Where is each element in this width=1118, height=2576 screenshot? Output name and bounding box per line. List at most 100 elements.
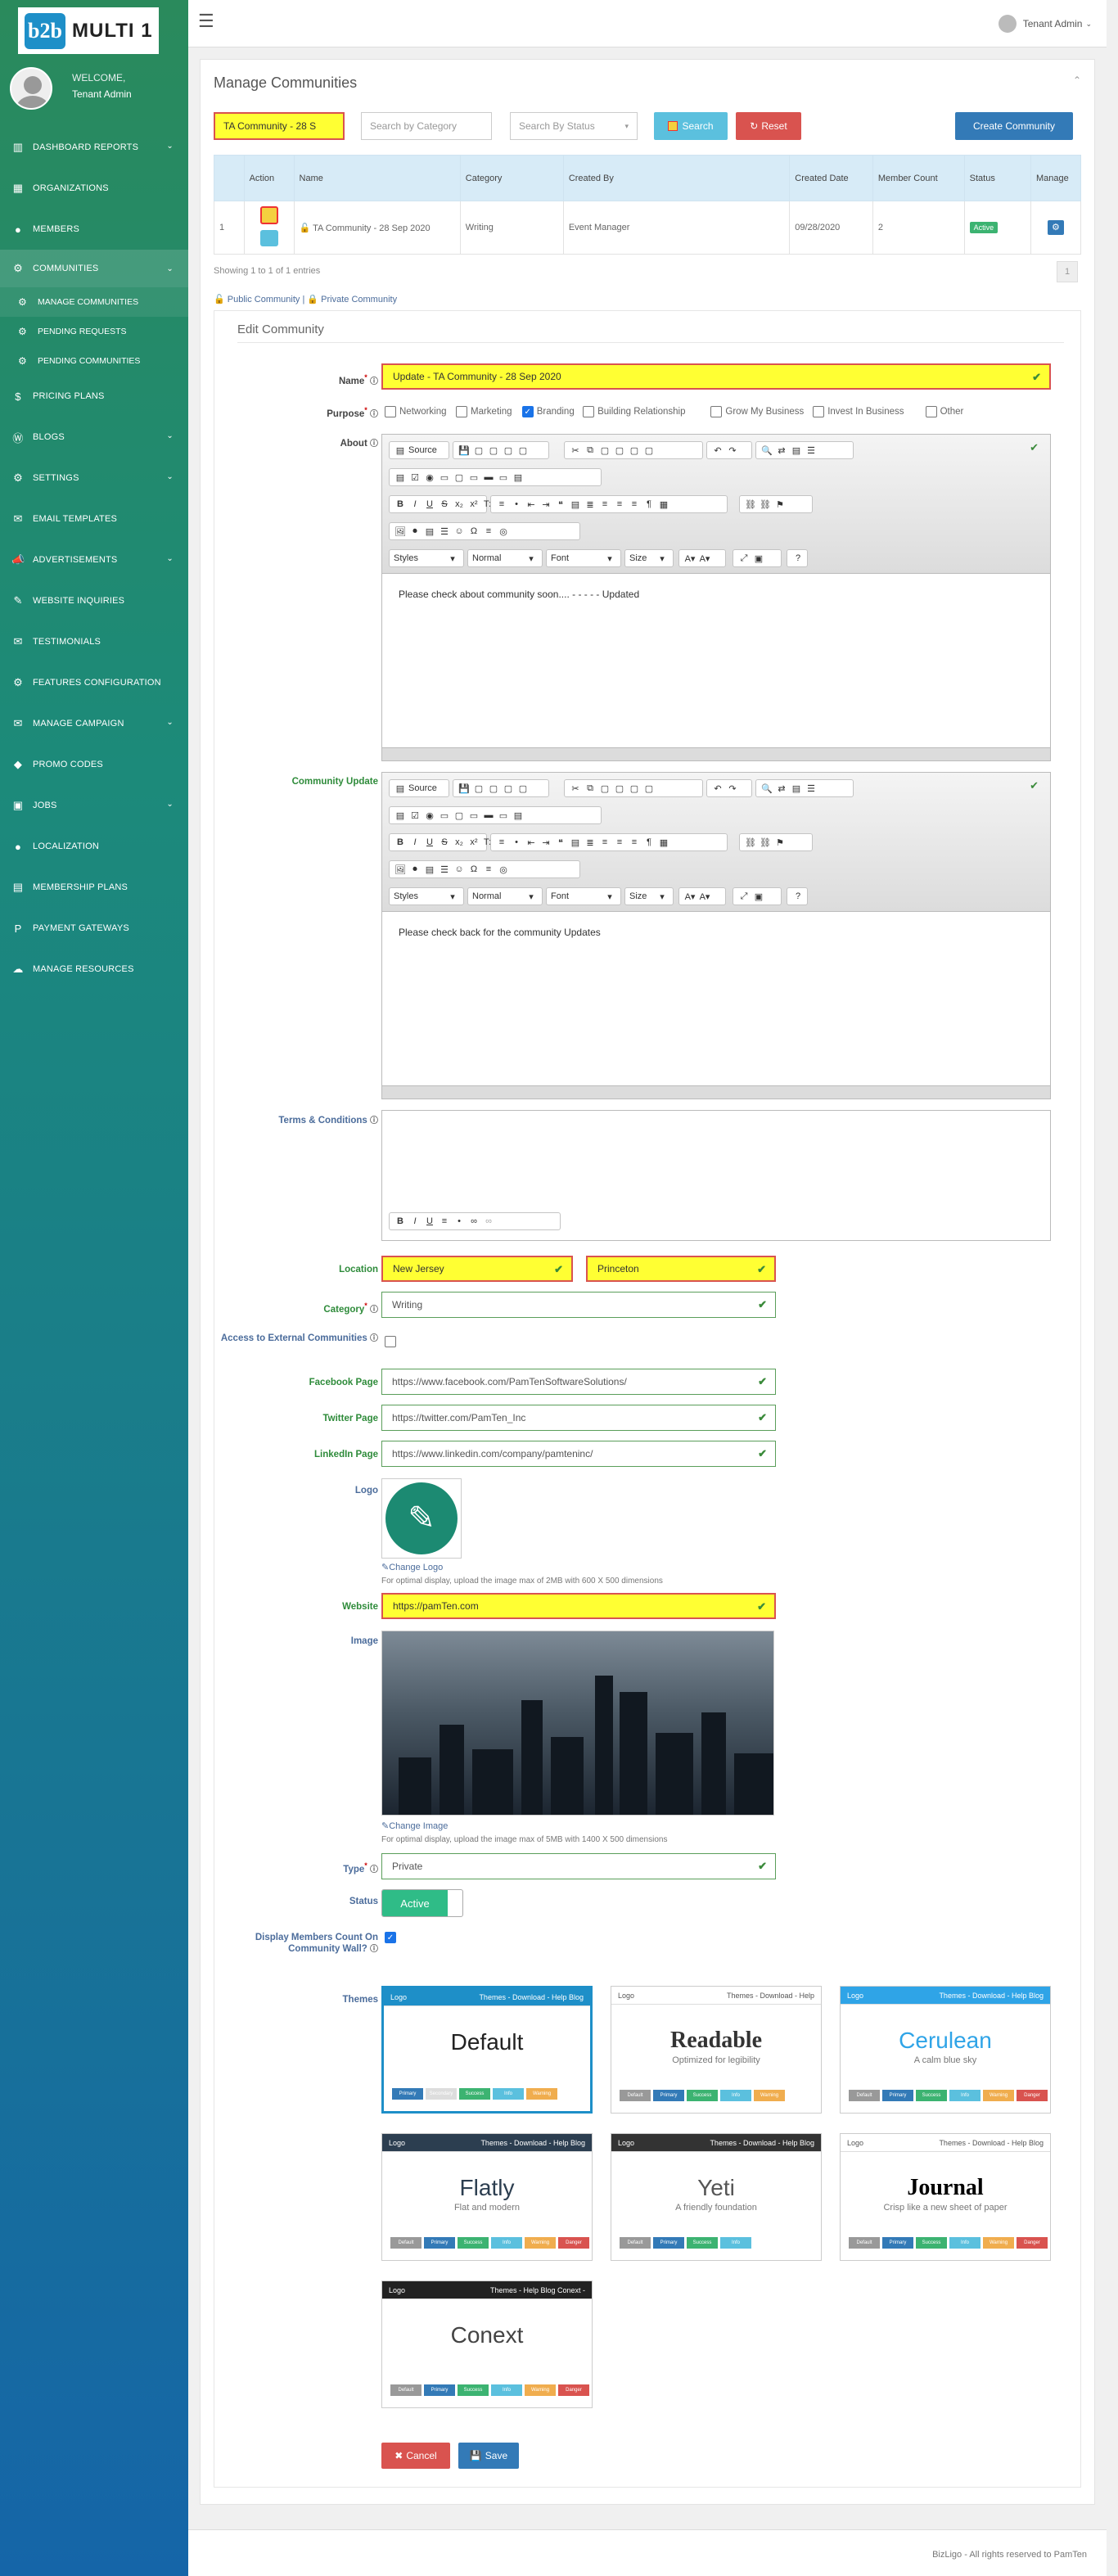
- strike-icon[interactable]: S: [438, 837, 451, 847]
- subnav-item-manage-communities[interactable]: ⚙ MANAGE COMMUNITIES: [0, 287, 188, 317]
- toolbar-button-icon[interactable]: ⤢: [737, 553, 751, 564]
- toolbar-button-icon[interactable]: ¶: [642, 499, 656, 509]
- subnav-item-pending-requests[interactable]: ⚙ PENDING REQUESTS: [0, 317, 188, 346]
- superscript-icon[interactable]: x²: [467, 837, 480, 847]
- pagination-page[interactable]: 1: [1057, 261, 1078, 282]
- toolbar-button-icon[interactable]: ▢: [453, 810, 466, 821]
- editor-select[interactable]: Styles ▾: [389, 887, 464, 905]
- paragraph-tools[interactable]: ≡ • ⇤ ⇥ ❝ ▤ ≣ ≡ ≡ ≡ ¶ ▦: [490, 833, 728, 851]
- toolbar-button-icon[interactable]: ▬: [482, 810, 495, 820]
- undo-redo[interactable]: ↶ ↷: [706, 441, 752, 459]
- twitter-input[interactable]: https://twitter.com/PamTen_Inc ✔: [381, 1405, 776, 1431]
- toolbar-button-icon[interactable]: ?: [791, 553, 805, 563]
- document-tools[interactable]: 💾 ▢ ▢ ▢ ▢: [453, 441, 549, 459]
- type-select[interactable]: Private ✔: [381, 1853, 776, 1879]
- update-editor-content[interactable]: Please check back for the community Upda…: [382, 912, 1050, 953]
- location-state-input[interactable]: New Jersey ✔: [381, 1256, 573, 1282]
- toolbar-button-icon[interactable]: ▦: [657, 499, 670, 510]
- toolbar-button-icon[interactable]: •: [510, 499, 523, 509]
- sidebar-item-manage-resources[interactable]: ☁ MANAGE RESOURCES: [0, 949, 188, 990]
- editor-select[interactable]: Size ▾: [624, 549, 674, 567]
- display-count-checkbox[interactable]: ✓: [385, 1932, 399, 1943]
- toolbar-button-icon[interactable]: A▾: [698, 553, 711, 564]
- toolbar-button-icon[interactable]: ≡: [482, 526, 495, 536]
- toolbar-button-icon[interactable]: ≡: [613, 837, 626, 847]
- toolbar-button-icon[interactable]: ⛓: [744, 499, 757, 510]
- toolbar-button-icon[interactable]: A▾: [683, 553, 696, 564]
- toolbar-button-icon[interactable]: ▢: [613, 445, 626, 456]
- toolbar-button-icon[interactable]: ▤: [512, 472, 525, 483]
- edit-icon[interactable]: [259, 206, 278, 224]
- toolbar-button-icon[interactable]: ▢: [487, 445, 500, 456]
- toolbar-button-icon[interactable]: ✂: [569, 445, 582, 456]
- editor-resize-bar[interactable]: [382, 1085, 1050, 1099]
- toolbar-button-icon[interactable]: ⏺: [408, 864, 422, 875]
- toolbar-button-icon[interactable]: ▢: [516, 445, 530, 456]
- toolbar-button-icon[interactable]: 🔍: [760, 783, 773, 794]
- toolbar-button-icon[interactable]: ≡: [613, 499, 626, 509]
- toolbar-button-icon[interactable]: ☺: [453, 864, 466, 874]
- editor-button-group[interactable]: B I U Sx₂ x² Tx: [389, 833, 494, 851]
- toolbar-button-icon[interactable]: 🖼: [394, 526, 407, 537]
- toolbar-button-icon[interactable]: ◎: [497, 526, 510, 537]
- sidebar-item-manage-campaign[interactable]: ✉ MANAGE CAMPAIGN ⌄: [0, 703, 188, 744]
- toolbar-button-icon[interactable]: Ω: [467, 864, 480, 874]
- color-tools[interactable]: A▾ A▾: [678, 887, 726, 905]
- purpose-checkbox-grow-my-business[interactable]: Grow My Business: [710, 406, 804, 417]
- toolbar-button-icon[interactable]: ⇄: [775, 783, 788, 794]
- toolbar-button-icon[interactable]: ↶: [711, 783, 724, 794]
- insert-tools[interactable]: 🖼 ⏺ ▤ ☰ ☺ Ω ≡ ◎: [389, 860, 580, 878]
- external-access-checkbox[interactable]: [385, 1336, 399, 1347]
- header-created-by[interactable]: Created By: [562, 155, 791, 201]
- numbered-list-icon[interactable]: ≡: [438, 1216, 451, 1226]
- theme-card-default[interactable]: Logo Themes - Download - Help Blog Default…: [381, 1986, 593, 2114]
- toolbar-button-icon[interactable]: ▢: [642, 445, 656, 456]
- sidebar-item-membership-plans[interactable]: ▤ MEMBERSHIP PLANS: [0, 867, 188, 908]
- toolbar-button-icon[interactable]: ⤢: [737, 891, 751, 902]
- view-tools[interactable]: ⤢ ▣: [733, 887, 782, 905]
- toolbar-button-icon[interactable]: A▾: [698, 891, 711, 902]
- find-tools[interactable]: 🔍 ⇄ ▤ ☰: [755, 441, 854, 459]
- paragraph-tools[interactable]: ≡ • ⇤ ⇥ ❝ ▤ ≣ ≡ ≡ ≡ ¶ ▦: [490, 495, 728, 513]
- toolbar-button-icon[interactable]: ☰: [438, 864, 451, 875]
- insert-tools[interactable]: 🖼 ⏺ ▤ ☰ ☺ Ω ≡ ◎: [389, 522, 580, 540]
- toolbar-button-icon[interactable]: ≡: [628, 499, 641, 509]
- theme-card-readable[interactable]: Logo Themes - Download - Help Readable Opti…: [611, 1986, 822, 2114]
- toolbar-button-icon[interactable]: ↶: [711, 445, 724, 456]
- toolbar-button-icon[interactable]: ⇥: [539, 837, 552, 848]
- toolbar-button-icon[interactable]: ▢: [613, 783, 626, 794]
- toolbar-button-icon[interactable]: ⇄: [775, 445, 788, 456]
- view-tools[interactable]: ⤢ ▣: [733, 549, 782, 567]
- toolbar-button-icon[interactable]: 🔍: [760, 445, 773, 456]
- toolbar-button-icon[interactable]: ▤: [423, 526, 436, 537]
- chevron-up-icon[interactable]: ⌃: [1073, 74, 1081, 86]
- theme-card-journal[interactable]: Logo Themes - Download - Help Blog Journal…: [840, 2133, 1051, 2261]
- toolbar-button-icon[interactable]: ☰: [805, 783, 818, 794]
- strike-icon[interactable]: S: [438, 499, 451, 509]
- toolbar-button-icon[interactable]: ▢: [516, 783, 530, 794]
- toolbar-button-icon[interactable]: ⇤: [525, 837, 538, 848]
- bold-icon[interactable]: B: [394, 499, 407, 509]
- toolbar-button-icon[interactable]: ▢: [502, 445, 515, 456]
- toolbar-button-icon[interactable]: ≡: [628, 837, 641, 847]
- toolbar-button-icon[interactable]: ▢: [628, 445, 641, 456]
- toolbar-button-icon[interactable]: ☑: [408, 810, 422, 821]
- gear-icon[interactable]: ⚙: [1047, 220, 1064, 235]
- toolbar-button-icon[interactable]: ?: [791, 891, 805, 901]
- find-tools[interactable]: 🔍 ⇄ ▤ ☰: [755, 779, 854, 797]
- sidebar-item-jobs[interactable]: ▣ JOBS ⌄: [0, 785, 188, 826]
- toolbar-button-icon[interactable]: ¶: [642, 837, 656, 847]
- toolbar-button-icon[interactable]: ✂: [569, 783, 582, 794]
- toolbar-button-icon[interactable]: ▢: [472, 445, 485, 456]
- italic-icon[interactable]: I: [408, 837, 422, 847]
- about-editor-content[interactable]: Please check about community soon.... - …: [382, 574, 1050, 615]
- toolbar-button-icon[interactable]: ≡: [598, 499, 611, 509]
- name-input[interactable]: Update - TA Community - 28 Sep 2020 ✔: [381, 363, 1051, 390]
- color-tools[interactable]: A▾ A▾: [678, 549, 726, 567]
- name-filter-input[interactable]: TA Community - 28 S: [214, 112, 345, 140]
- sidebar-item-features-configuration[interactable]: ⚙ FEATURES CONFIGURATION: [0, 662, 188, 703]
- toolbar-button-icon[interactable]: ▤: [790, 783, 803, 794]
- clipboard-tools[interactable]: ✂ ⧉ ▢ ▢ ▢ ▢: [564, 441, 703, 459]
- community-update-editor[interactable]: ▤ Source 💾 ▢ ▢ ▢ ▢ ✂ ⧉ ▢ ▢ ▢ ▢ ↶ ↷ 🔍 ⇄ ▤ ☰ ▤ ☑ ◉ ▭ ▢ ▭ ▬ ▭ ▤ B I U Sx₂ x…: [381, 772, 1051, 1099]
- editor-resize-bar[interactable]: [382, 747, 1050, 760]
